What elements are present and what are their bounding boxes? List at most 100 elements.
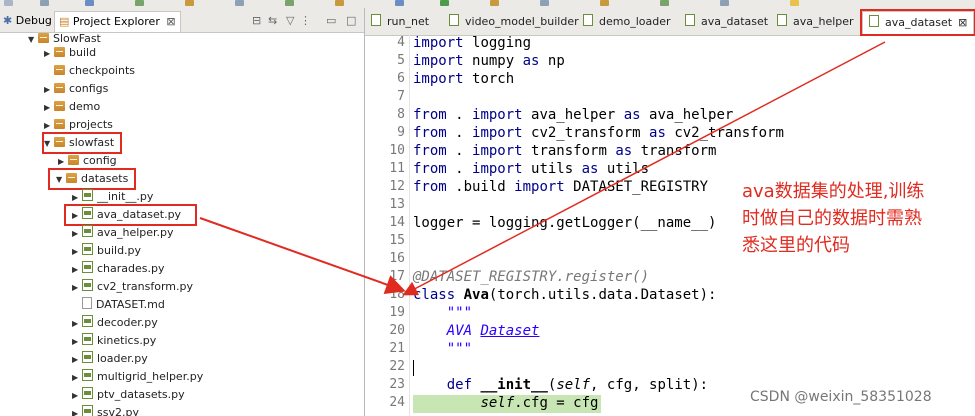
tree-collapsed-icon[interactable]: ▶ <box>72 387 82 405</box>
editor-tab-demo-loader[interactable]: demo_loader <box>583 11 671 33</box>
project-explorer-icon: ▤ <box>59 15 70 28</box>
tree-item-ava-dataset-py[interactable]: ▶ ava_dataset.py <box>63 204 198 226</box>
code-keyword: import <box>472 143 523 159</box>
close-icon[interactable]: ⊠ <box>166 15 175 28</box>
bug-icon: ✱ <box>3 14 13 27</box>
python-file-icon <box>82 279 93 291</box>
view-menu-icon[interactable]: ⋮ <box>300 14 311 27</box>
toolbar-icon[interactable] <box>790 0 799 6</box>
editor-tab-ava-dataset-active[interactable]: ava_dataset ⊠ <box>859 9 975 36</box>
tree-item-kinetics-py[interactable]: ▶ kinetics.py <box>72 332 156 350</box>
tree-item-decoder-py[interactable]: ▶ decoder.py <box>72 314 158 332</box>
toolbar-icon[interactable] <box>135 0 144 6</box>
toolbar-icon[interactable] <box>395 0 404 6</box>
code-keyword: import <box>472 125 523 141</box>
tree-item-cv2-transform-py[interactable]: ▶ cv2_transform.py <box>72 278 193 296</box>
tree-item-projects[interactable]: ▶ projects <box>44 116 113 134</box>
code-keyword: def <box>446 377 473 393</box>
editor-tab-ava-helper[interactable]: ava_helper <box>777 11 854 33</box>
tree-item-label: ava_dataset.py <box>97 208 182 221</box>
tree-expanded-icon[interactable]: ▼ <box>56 171 66 189</box>
tree-item-checkpoints[interactable]: checkpoints <box>44 62 135 80</box>
project-icon <box>38 33 49 43</box>
tree-item-slowfast[interactable]: ▼ slowfast <box>41 132 123 154</box>
filter-icon[interactable]: ▽ <box>286 14 294 27</box>
toolbar-icon[interactable] <box>335 0 344 6</box>
code-keyword: as <box>581 161 599 177</box>
tree-item-ssv2-py[interactable]: ▶ ssv2.py <box>72 404 139 416</box>
toolbar-icon[interactable] <box>720 0 729 6</box>
tree-collapsed-icon[interactable]: ▶ <box>72 333 82 351</box>
toolbar-icon[interactable] <box>285 0 294 6</box>
code-line: def __init__(self, cfg, split): <box>446 377 709 393</box>
tree-item-configs[interactable]: ▶ configs <box>44 80 108 98</box>
close-icon[interactable]: ⊠ <box>958 16 967 29</box>
tree-expanded-icon[interactable]: ▼ <box>44 135 54 153</box>
watermark: CSDN @weixin_58351028 <box>750 389 932 405</box>
tree-collapsed-icon[interactable]: ▶ <box>72 405 82 416</box>
tab-debug-label: Debug <box>15 14 52 27</box>
toolbar-icon[interactable] <box>490 0 499 6</box>
tree-item-build[interactable]: ▶ build <box>44 44 96 62</box>
tree-collapsed-icon[interactable]: ▶ <box>72 261 82 279</box>
code-function-name: __init__ <box>480 377 548 393</box>
toolbar-icon[interactable] <box>540 0 549 6</box>
toolbar-icon[interactable] <box>600 0 609 6</box>
line-number: 10 <box>389 143 405 158</box>
python-file-icon <box>82 333 93 345</box>
tree-collapsed-icon[interactable]: ▶ <box>58 153 68 171</box>
toolbar-icon[interactable] <box>235 0 244 6</box>
editor-tab-run-net[interactable]: run_net <box>371 11 429 33</box>
editor-tab-video-model-builder[interactable]: video_model_builder <box>449 11 579 33</box>
tree-item-dataset-md[interactable]: DATASET.md <box>72 296 165 314</box>
tree-expanded-icon[interactable]: ▼ <box>28 31 38 49</box>
tab-debug[interactable]: ✱ Debug <box>3 11 52 31</box>
toolbar-icon[interactable] <box>4 0 13 6</box>
python-file-icon <box>82 243 93 255</box>
editor-tab-bar: run_net video_model_builder demo_loader … <box>365 8 975 36</box>
tree-collapsed-icon[interactable]: ▶ <box>72 225 82 243</box>
package-icon <box>68 155 79 165</box>
toolbar-icon[interactable] <box>660 0 669 6</box>
tree-collapsed-icon[interactable]: ▶ <box>72 369 82 387</box>
tree-item-multigrid-helper-py[interactable]: ▶ multigrid_helper.py <box>72 368 203 386</box>
toolbar-icon[interactable] <box>40 0 49 6</box>
tree-collapsed-icon[interactable]: ▶ <box>72 315 82 333</box>
tree-item-charades-py[interactable]: ▶ charades.py <box>72 260 165 278</box>
package-icon <box>54 47 65 57</box>
minimize-icon[interactable]: ▭ <box>326 14 336 27</box>
editor-tab-ava-dataset-1[interactable]: ava_dataset <box>685 11 768 33</box>
tree-collapsed-icon[interactable]: ▶ <box>44 117 54 135</box>
toolbar-icon[interactable] <box>440 0 449 6</box>
project-tree: ▼ SlowFast ▶ build checkpoints ▶ configs ▶ d… <box>0 30 364 416</box>
toolbar-icon[interactable] <box>85 0 94 6</box>
tree-collapsed-icon[interactable]: ▶ <box>72 243 82 261</box>
python-file-icon <box>777 14 787 26</box>
tree-item-datasets[interactable]: ▼ datasets <box>47 168 137 190</box>
code-keyword: from <box>413 179 447 195</box>
tree-collapsed-icon[interactable]: ▶ <box>72 351 82 369</box>
tree-collapsed-icon[interactable]: ▶ <box>44 81 54 99</box>
python-file-icon <box>869 15 879 27</box>
tree-collapsed-icon[interactable]: ▶ <box>44 45 54 63</box>
tree-item-demo[interactable]: ▶ demo <box>44 98 100 116</box>
tree-item-ava-helper-py[interactable]: ▶ ava_helper.py <box>72 224 174 242</box>
package-icon <box>54 83 65 93</box>
tree-item-label: projects <box>69 118 113 131</box>
tab-project-explorer[interactable]: ▤ Project Explorer ⊠ <box>54 11 181 32</box>
toolbar-icon[interactable] <box>185 0 194 6</box>
tree-item-loader-py[interactable]: ▶ loader.py <box>72 350 148 368</box>
tree-collapsed-icon[interactable]: ▶ <box>72 207 82 225</box>
maximize-icon[interactable]: □ <box>346 14 356 27</box>
link-editor-icon[interactable]: ⇆ <box>268 14 277 27</box>
collapse-all-icon[interactable]: ⊟ <box>252 14 261 27</box>
code-keyword: as <box>615 143 633 159</box>
tree-collapsed-icon[interactable]: ▶ <box>44 99 54 117</box>
tree-item-build-py[interactable]: ▶ build.py <box>72 242 141 260</box>
tree-collapsed-icon[interactable]: ▶ <box>72 189 82 207</box>
tree-item-init-py[interactable]: ▶ __init__.py <box>72 188 153 206</box>
line-number: 17 <box>389 269 405 284</box>
tree-item-config[interactable]: ▶ config <box>58 152 117 170</box>
tree-item-ptv-datasets-py[interactable]: ▶ ptv_datasets.py <box>72 386 185 404</box>
tree-collapsed-icon[interactable]: ▶ <box>72 279 82 297</box>
